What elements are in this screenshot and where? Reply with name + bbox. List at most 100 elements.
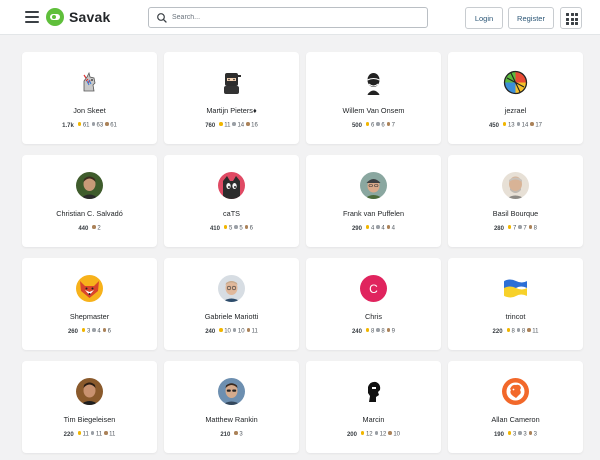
user-card[interactable]: Basil Bourque 280 7 7 8 bbox=[448, 155, 583, 247]
user-name[interactable]: Christian C. Salvadó bbox=[22, 209, 157, 218]
gold-badge-icon bbox=[360, 431, 365, 435]
silver-badge-icon bbox=[516, 122, 521, 126]
user-card[interactable]: Marcin 200 12 12 10 bbox=[306, 361, 441, 453]
bronze-badge-count: 17 bbox=[535, 122, 543, 129]
older-man-avatar[interactable] bbox=[502, 172, 529, 199]
man-sunglasses-avatar[interactable] bbox=[218, 378, 245, 405]
bronze-badge-count: 2 bbox=[97, 225, 101, 232]
silver-badge-count: 8 bbox=[381, 328, 385, 335]
ninja-avatar[interactable] bbox=[218, 69, 245, 96]
silver-badge-count: 5 bbox=[239, 225, 243, 232]
gold-badge-count: 13 bbox=[507, 122, 515, 129]
bronze-badge-icon bbox=[246, 328, 251, 332]
bronze-badge-icon bbox=[105, 122, 109, 126]
man-glasses-avatar[interactable] bbox=[218, 275, 245, 302]
silver-badge-count: 12 bbox=[379, 431, 387, 438]
user-name[interactable]: jezrael bbox=[448, 106, 583, 115]
bronze-badge-count: 8 bbox=[533, 225, 538, 232]
user-name[interactable]: trincot bbox=[448, 312, 583, 321]
cat-avatar[interactable] bbox=[218, 172, 245, 199]
user-name[interactable]: Matthew Rankin bbox=[164, 415, 299, 424]
silver-badge-icon bbox=[232, 328, 237, 332]
bronze-badge-icon bbox=[234, 431, 238, 435]
gold-badge-count: 3 bbox=[512, 431, 517, 438]
gold-badge-count: 11 bbox=[224, 122, 231, 129]
user-name[interactable]: Shepmaster bbox=[22, 312, 157, 321]
search-input[interactable] bbox=[172, 14, 412, 21]
apps-grid-icon[interactable] bbox=[560, 7, 582, 29]
user-name[interactable]: Chris bbox=[306, 312, 441, 321]
user-stats: 760 11 14 16 bbox=[164, 122, 299, 129]
menu-icon[interactable] bbox=[25, 11, 39, 23]
bronze-badge-icon bbox=[102, 328, 107, 332]
logo-icon bbox=[46, 8, 64, 26]
fox-avatar[interactable] bbox=[76, 275, 103, 302]
user-name[interactable]: Marcin bbox=[306, 415, 441, 424]
silver-badge-count: 8 bbox=[521, 328, 526, 335]
silhouette-avatar[interactable] bbox=[360, 378, 387, 405]
man-photo-avatar[interactable] bbox=[76, 172, 103, 199]
user-card[interactable]: Tim Biegeleisen 220 11 11 11 bbox=[22, 361, 157, 453]
user-card[interactable]: Allan Cameron 190 3 3 3 bbox=[448, 361, 583, 453]
bronze-badge-icon bbox=[246, 122, 250, 126]
gold-badge-icon bbox=[81, 328, 86, 332]
user-name[interactable]: Frank van Puffelen bbox=[306, 209, 441, 218]
gold-badge-count: 61 bbox=[82, 122, 90, 129]
gold-badge-icon bbox=[502, 122, 507, 126]
user-name[interactable]: Tim Biegeleisen bbox=[22, 415, 157, 424]
gold-badge-count: 11 bbox=[82, 431, 89, 438]
gold-badge-icon bbox=[507, 431, 512, 435]
bronze-badge-count: 11 bbox=[251, 328, 258, 335]
gold-badge-count: 5 bbox=[228, 225, 233, 232]
bronze-badge-count: 11 bbox=[109, 431, 116, 438]
user-card[interactable]: Matthew Rankin 210 3 bbox=[164, 361, 299, 453]
user-card[interactable]: Christian C. Salvadó 440 2 bbox=[22, 155, 157, 247]
svg-text:C: C bbox=[369, 282, 378, 296]
gold-badge-icon bbox=[77, 122, 82, 126]
user-name[interactable]: caTS bbox=[164, 209, 299, 218]
user-card[interactable]: C Chris 240 8 8 9 bbox=[306, 258, 441, 350]
gold-badge-icon bbox=[223, 225, 228, 229]
user-card[interactable]: jezrael 450 13 14 17 bbox=[448, 52, 583, 144]
search-box[interactable] bbox=[148, 7, 428, 28]
bronze-badge-icon bbox=[244, 225, 249, 229]
logo[interactable]: Savak bbox=[46, 8, 110, 26]
orange-lion-avatar[interactable] bbox=[502, 378, 529, 405]
silver-badge-icon bbox=[92, 328, 96, 332]
reputation-score: 200 bbox=[346, 431, 357, 438]
letter-c-avatar[interactable]: C bbox=[360, 275, 387, 302]
user-card[interactable]: Jon Skeet 1.7k 61 63 61 bbox=[22, 52, 157, 144]
register-button[interactable]: Register bbox=[508, 7, 554, 29]
login-button[interactable]: Login bbox=[465, 7, 503, 29]
user-card[interactable]: Martijn Pieters♦ 760 11 14 16 bbox=[164, 52, 299, 144]
user-card[interactable]: trincot 220 8 8 11 bbox=[448, 258, 583, 350]
gold-badge-icon bbox=[506, 328, 511, 332]
user-card[interactable]: caTS 410 5 5 6 bbox=[164, 155, 299, 247]
user-name[interactable]: Willem Van Onsem bbox=[306, 106, 441, 115]
user-card[interactable]: Willem Van Onsem 500 6 6 7 bbox=[306, 52, 441, 144]
silver-badge-count: 4 bbox=[381, 225, 385, 232]
man-photo-dark-avatar[interactable] bbox=[76, 378, 103, 405]
reputation-score: 440 bbox=[78, 225, 89, 232]
logo-text: Savak bbox=[69, 9, 111, 25]
top-bar: Savak Login Register bbox=[0, 0, 600, 35]
unicorn-avatar[interactable] bbox=[76, 69, 103, 96]
reputation-score: 190 bbox=[493, 431, 504, 438]
user-card[interactable]: Frank van Puffelen 290 4 4 4 bbox=[306, 155, 441, 247]
user-card[interactable]: Gabriele Mariotti 240 10 10 11 bbox=[164, 258, 299, 350]
user-name[interactable]: Martijn Pieters♦ bbox=[164, 106, 299, 115]
man-cap-avatar[interactable] bbox=[360, 172, 387, 199]
gold-badge-count: 4 bbox=[370, 225, 375, 232]
colorful-ball-avatar[interactable] bbox=[502, 69, 529, 96]
user-name[interactable]: Gabriele Mariotti bbox=[164, 312, 299, 321]
user-name[interactable]: Basil Bourque bbox=[448, 209, 583, 218]
silver-badge-icon bbox=[90, 431, 95, 435]
user-name[interactable]: Allan Cameron bbox=[448, 415, 583, 424]
user-name[interactable]: Jon Skeet bbox=[22, 106, 157, 115]
user-card[interactable]: Shepmaster 260 3 4 6 bbox=[22, 258, 157, 350]
bald-man-avatar[interactable] bbox=[360, 69, 387, 96]
ukraine-flag-avatar[interactable] bbox=[502, 275, 529, 302]
silver-badge-icon bbox=[376, 122, 380, 126]
gold-badge-count: 8 bbox=[511, 328, 515, 335]
gold-badge-icon bbox=[365, 225, 370, 229]
